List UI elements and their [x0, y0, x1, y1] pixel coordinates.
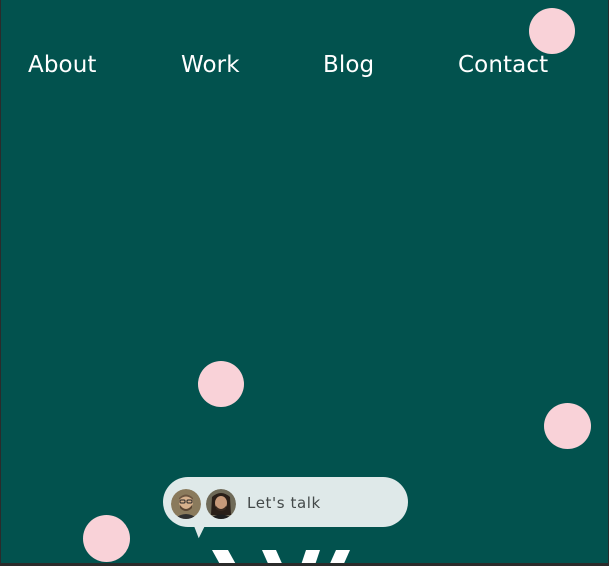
hero-heading-letter	[212, 550, 350, 563]
main-nav: About Work Blog Contact	[0, 50, 608, 80]
decorative-dot	[83, 515, 130, 562]
lets-talk-label: Let's talk	[247, 494, 321, 512]
nav-link-work[interactable]: Work	[181, 50, 240, 80]
nav-link-blog[interactable]: Blog	[323, 50, 374, 80]
window-border	[0, 0, 1, 563]
decorative-dot	[529, 8, 575, 54]
decorative-dot	[544, 403, 591, 449]
decorative-dot	[198, 361, 244, 407]
avatar	[171, 489, 201, 519]
lets-talk-button[interactable]: Let's talk	[163, 477, 408, 527]
page: About Work Blog Contact Let's talk	[0, 0, 608, 563]
nav-link-contact[interactable]: Contact	[458, 50, 548, 80]
nav-link-about[interactable]: About	[28, 50, 97, 80]
avatar	[206, 489, 236, 519]
